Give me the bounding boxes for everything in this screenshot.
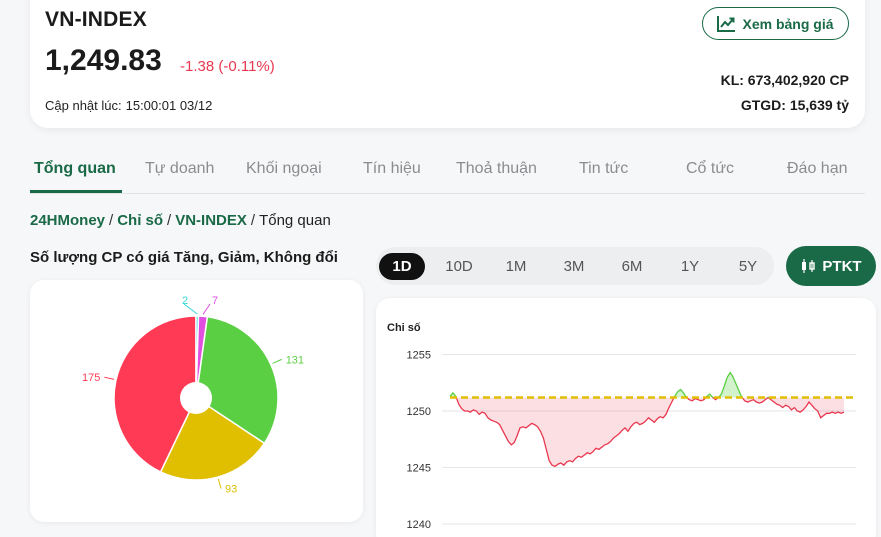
tab-proprietary[interactable]: Tự doanh [145, 160, 214, 178]
range-3m-button[interactable]: 3M [554, 253, 594, 280]
y-tick-label: 1255 [407, 350, 431, 362]
pie-label-leader [272, 358, 282, 364]
pie-slice-label: 131 [286, 354, 304, 366]
view-price-board-button[interactable]: Xem bảng giá [702, 7, 849, 40]
breadcrumb-section[interactable]: Chỉ số [117, 212, 163, 229]
technical-analysis-button[interactable]: PTKT [786, 246, 876, 286]
breadth-chart-card: 131 93 175 2 7 [30, 280, 363, 522]
index-tabs: Tổng quan Tự doanh Khối ngoại Tín hiệu T… [30, 150, 865, 194]
range-1m-button[interactable]: 1M [496, 253, 536, 280]
breadcrumb-index[interactable]: VN-INDEX [175, 212, 247, 229]
breadcrumb-home[interactable]: 24HMoney [30, 212, 105, 229]
active-tab-indicator [30, 190, 122, 193]
technical-analysis-label: PTKT [822, 257, 862, 275]
range-1y-button[interactable]: 1Y [670, 253, 710, 280]
tab-news[interactable]: Tin tức [579, 160, 628, 178]
tab-maturity[interactable]: Đáo hạn [787, 160, 848, 178]
pie-hole [180, 382, 212, 414]
index-summary-card: VN-INDEX 1,249.83 -1.38 (-0.11%) Cập nhậ… [30, 0, 865, 128]
view-price-board-label: Xem bảng giá [742, 15, 834, 32]
pie-label-leader [202, 303, 211, 315]
pie-slice-label: 2 [182, 295, 188, 307]
pie-slice-label: 93 [225, 484, 237, 496]
index-price: 1,249.83 [45, 44, 162, 77]
index-change: -1.38 (-0.11%) [180, 58, 275, 75]
breadcrumb-separator: / [250, 212, 256, 229]
range-6m-button[interactable]: 6M [612, 253, 652, 280]
tab-foreign[interactable]: Khối ngoại [246, 160, 322, 178]
breadcrumb-current: Tổng quan [259, 212, 331, 229]
tab-overview[interactable]: Tổng quan [34, 160, 116, 178]
y-tick-label: 1250 [407, 406, 431, 418]
y-axis-title: Chi số [387, 322, 421, 334]
breadcrumb-separator: / [167, 212, 172, 229]
trading-volume: KL: 673,402,920 CP [720, 72, 849, 88]
candlestick-icon [802, 259, 816, 273]
trend-chart-icon [717, 16, 736, 32]
pie-slice-label: 7 [212, 295, 218, 307]
intraday-chart-card: Chi số 1255 1250 1245 1240 [376, 298, 876, 537]
trading-value: GTGD: 15,639 tỷ [740, 97, 849, 113]
tab-dividends[interactable]: Cổ tức [686, 160, 734, 178]
breadcrumb-separator: / [109, 212, 114, 229]
range-10d-button[interactable]: 10D [437, 253, 481, 280]
last-updated-label: Cập nhật lúc: [45, 98, 122, 113]
intraday-chart: Chi số 1255 1250 1245 1240 [387, 322, 856, 531]
range-selector: 1D 10D 1M 3M 6M 1Y 5Y [376, 247, 774, 285]
pie-slice-label: 175 [82, 372, 100, 384]
last-updated: Cập nhật lúc: 15:00:01 03/12 [45, 98, 212, 113]
tab-negotiated[interactable]: Thoả thuận [456, 160, 537, 178]
breadth-chart-title: Số lượng CP có giá Tăng, Giảm, Không đổi [30, 249, 338, 266]
tab-signals[interactable]: Tín hiệu [363, 160, 421, 178]
pie-label-leader [217, 478, 222, 489]
y-tick-label: 1240 [407, 519, 431, 531]
breadth-pie-chart: 131 93 175 2 7 [82, 295, 304, 496]
last-updated-time: 15:00:01 03/12 [125, 98, 213, 113]
pie-label-leader [104, 376, 115, 380]
range-1d-button[interactable]: 1D [379, 253, 425, 280]
breadcrumb: 24HMoney / Chỉ số / VN-INDEX / Tổng quan [30, 212, 331, 229]
index-name: VN-INDEX [45, 8, 147, 31]
range-5y-button[interactable]: 5Y [728, 253, 768, 280]
y-tick-label: 1245 [407, 463, 431, 475]
